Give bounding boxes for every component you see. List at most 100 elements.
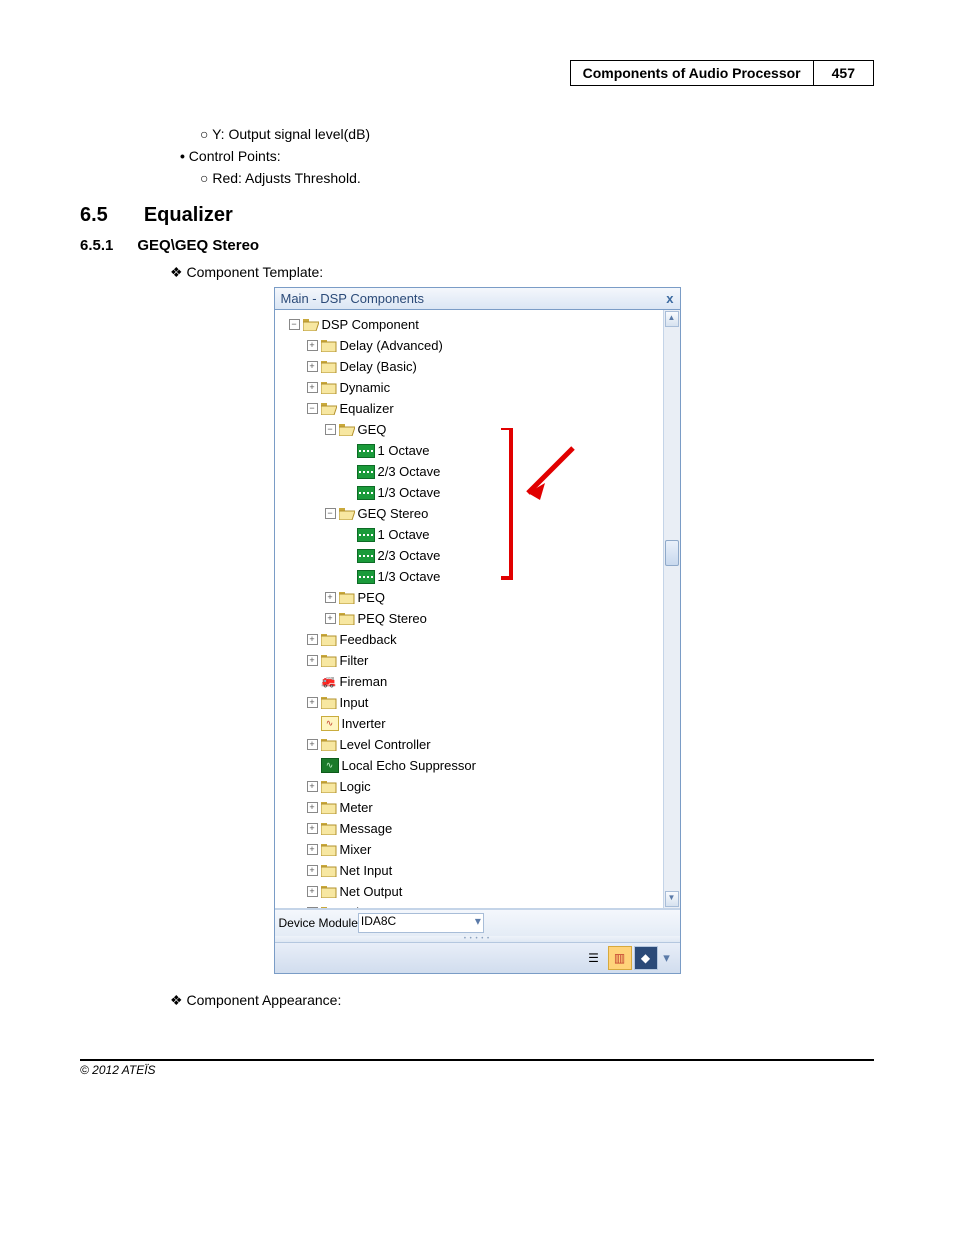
expand-icon[interactable]: +	[307, 340, 318, 351]
tree-node-label: Feedback	[340, 632, 397, 647]
section-number: 6.5	[80, 204, 108, 227]
expand-icon[interactable]: +	[307, 823, 318, 834]
tree-node[interactable]: +Level Controller	[277, 734, 678, 755]
folder-open-icon	[339, 507, 355, 520]
folder-closed-icon	[321, 633, 337, 646]
tree-node[interactable]: +PEQ Stereo	[277, 608, 678, 629]
tree-node[interactable]: ∿Local Echo Suppressor	[277, 755, 678, 776]
expand-icon[interactable]: +	[307, 886, 318, 897]
expand-icon[interactable]: +	[307, 844, 318, 855]
tree-node-label: 2/3 Octave	[378, 548, 441, 563]
expand-icon[interactable]: +	[307, 361, 318, 372]
list-icon: ☰	[588, 951, 599, 965]
scroll-down-icon[interactable]: ▼	[665, 891, 679, 907]
tree-node[interactable]: 1 Octave	[277, 440, 678, 461]
panel-titlebar[interactable]: Main - DSP Components x	[275, 288, 680, 310]
collapse-icon[interactable]: −	[289, 319, 300, 330]
view-list-button[interactable]: ☰	[582, 946, 606, 970]
tree-node[interactable]: 1/3 Octave	[277, 482, 678, 503]
collapse-icon[interactable]: −	[307, 403, 318, 414]
tree-node[interactable]: + Logic	[277, 776, 678, 797]
page-header: Components of Audio Processor 457	[80, 60, 874, 86]
columns-icon: ▥	[614, 951, 625, 965]
tree-node[interactable]: + Net Output	[277, 881, 678, 902]
tree-node-label: Dynamic	[340, 380, 391, 395]
toolbar-more-icon[interactable]: ▾	[660, 950, 674, 966]
tree-node[interactable]: +Meter	[277, 797, 678, 818]
tree-node[interactable]: + Dynamic	[277, 377, 678, 398]
collapse-icon[interactable]: −	[325, 508, 336, 519]
expand-icon[interactable]: +	[307, 634, 318, 645]
chevron-down-icon: ▾	[475, 914, 481, 928]
fireman-icon: 🚒	[321, 675, 337, 689]
tree-node[interactable]: 🚒Fireman	[277, 671, 678, 692]
expand-icon[interactable]: +	[307, 865, 318, 876]
tree-node-label: Logic	[340, 779, 371, 794]
expand-icon[interactable]: +	[307, 697, 318, 708]
folder-closed-icon	[321, 738, 337, 751]
tree-node[interactable]: 1 Octave	[277, 524, 678, 545]
component-appearance-label: Component Appearance:	[186, 992, 341, 1008]
folder-closed-icon	[321, 864, 337, 877]
tree-node-label: Mixer	[340, 842, 372, 857]
expand-icon[interactable]: +	[307, 739, 318, 750]
tree-node[interactable]: 2/3 Octave	[277, 461, 678, 482]
expand-icon[interactable]: +	[307, 655, 318, 666]
tree-node[interactable]: +PEQ	[277, 587, 678, 608]
footer-rule	[80, 1059, 874, 1061]
tree-node[interactable]: −GEQ	[277, 419, 678, 440]
dsp-components-panel: Main - DSP Components x −DSP Component+D…	[274, 287, 681, 974]
tree-node-label: Equalizer	[340, 401, 394, 416]
tree-node[interactable]: − GEQ Stereo	[277, 503, 678, 524]
expand-icon[interactable]: +	[307, 802, 318, 813]
eq-module-icon	[357, 549, 375, 563]
view-picture-button[interactable]: ◆	[634, 946, 658, 970]
tree-node[interactable]: +Noise Generator	[277, 902, 678, 909]
view-columns-button[interactable]: ▥	[608, 946, 632, 970]
tree-node-label: Inverter	[342, 716, 386, 731]
tree-node[interactable]: + Message	[277, 818, 678, 839]
eq-module-icon	[357, 570, 375, 584]
device-module-combo[interactable]: IDA8C ▾	[358, 913, 484, 933]
tree-node[interactable]: 2/3 Octave	[277, 545, 678, 566]
close-icon[interactable]: x	[666, 291, 673, 306]
bullet-red: Red: Adjusts Threshold.	[212, 170, 360, 186]
expand-icon[interactable]: +	[325, 613, 336, 624]
tree-node[interactable]: +Filter	[277, 650, 678, 671]
tree-node[interactable]: +Delay (Advanced)	[277, 335, 678, 356]
eq-module-icon	[357, 528, 375, 542]
tree-node-label: Message	[340, 821, 393, 836]
tree-node[interactable]: + Mixer	[277, 839, 678, 860]
eq-module-icon	[357, 465, 375, 479]
tree-node-label: Net Output	[340, 884, 403, 899]
tree-node[interactable]: − Equalizer	[277, 398, 678, 419]
collapse-icon[interactable]: −	[325, 424, 336, 435]
subsection-title: GEQ\GEQ Stereo	[137, 237, 259, 254]
folder-closed-icon	[321, 381, 337, 394]
tree-node[interactable]: +Input	[277, 692, 678, 713]
scroll-thumb[interactable]	[665, 540, 679, 566]
tree-node[interactable]: 1/3 Octave	[277, 566, 678, 587]
tree-node[interactable]: ∿Inverter	[277, 713, 678, 734]
tree-node-label: GEQ Stereo	[358, 506, 429, 521]
expand-icon[interactable]: +	[307, 907, 318, 909]
tree-node[interactable]: + Feedback	[277, 629, 678, 650]
vertical-scrollbar[interactable]: ▲ ▼	[663, 310, 680, 908]
tree-node[interactable]: +Net Input	[277, 860, 678, 881]
tree-body: − DSP Component +Delay (Advanced)+Delay (B…	[275, 310, 680, 909]
folder-closed-icon	[321, 843, 337, 856]
section-heading: 6.5 Equalizer	[80, 204, 874, 227]
tree-node-label: DSP Component	[322, 317, 419, 332]
expand-icon[interactable]: +	[325, 592, 336, 603]
component-template-label: Component Template:	[186, 264, 323, 280]
folder-open-icon	[303, 318, 319, 331]
scroll-up-icon[interactable]: ▲	[665, 311, 679, 327]
device-module-label: Device Module	[279, 916, 358, 930]
tree-node[interactable]: − DSP Component	[277, 314, 678, 335]
device-module-row: Device Module IDA8C ▾	[275, 909, 680, 936]
folder-closed-icon	[339, 591, 355, 604]
expand-icon[interactable]: +	[307, 781, 318, 792]
tree-node-label: 1 Octave	[378, 443, 430, 458]
tree-node[interactable]: +Delay (Basic)	[277, 356, 678, 377]
expand-icon[interactable]: +	[307, 382, 318, 393]
